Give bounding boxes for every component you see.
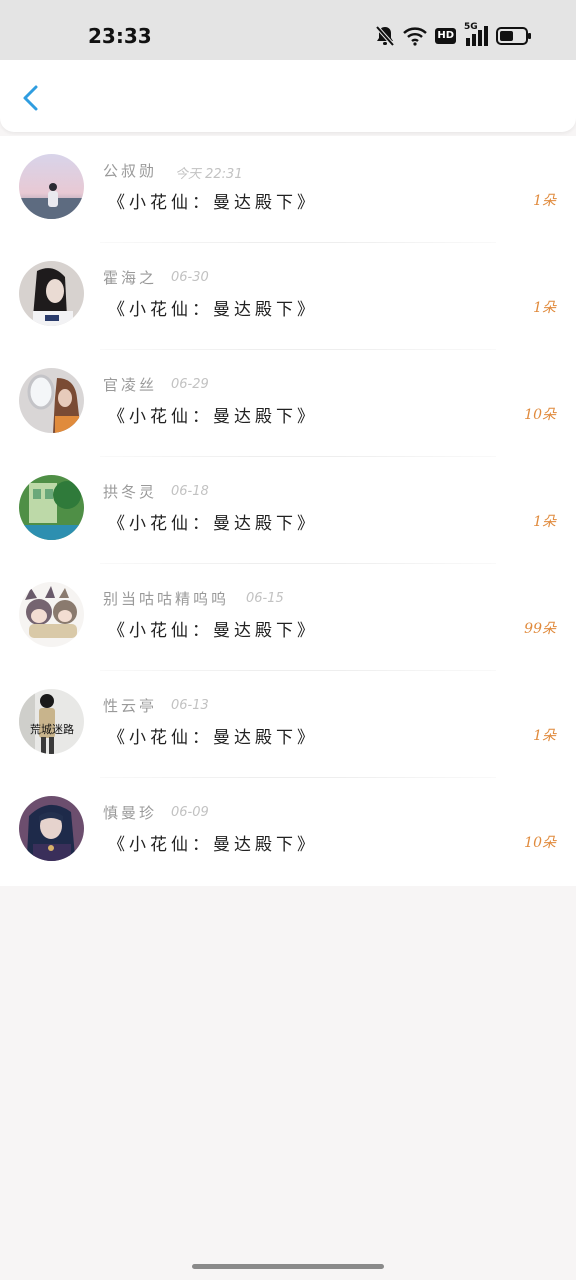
record-time: 06-13 xyxy=(171,698,209,713)
gift-title: 《小花仙：曼达殿下》 xyxy=(108,728,318,748)
list-item[interactable]: 官凌丝 06-29 《小花仙：曼达殿下》 10朵 xyxy=(0,350,576,457)
header-bar xyxy=(0,60,576,132)
list-item[interactable]: 别当咕咕精呜呜 06-15 《小花仙：曼达殿下》 99朵 xyxy=(0,564,576,671)
gift-count: 1朵 xyxy=(533,514,556,530)
record-time: 06-09 xyxy=(171,805,209,820)
gift-count: 10朵 xyxy=(524,407,556,423)
sender-name: 慎曼珍 xyxy=(103,804,158,822)
gift-record-list: 公叔勋 今天 22:31 《小花仙：曼达殿下》 1朵 霍海之 06-30 《小花… xyxy=(0,136,576,886)
sender-name: 公叔勋 xyxy=(103,162,158,180)
avatar[interactable] xyxy=(19,475,84,540)
record-time: 06-18 xyxy=(171,484,209,499)
avatar[interactable] xyxy=(19,796,84,861)
gift-count: 99朵 xyxy=(524,621,556,637)
bell-off-icon xyxy=(375,25,395,47)
sender-name: 性云亭 xyxy=(103,697,158,715)
avatar-text: 荒城迷路 xyxy=(30,723,74,736)
gift-count: 1朵 xyxy=(533,193,556,209)
status-time: 23:33 xyxy=(88,24,152,48)
gift-count: 10朵 xyxy=(524,835,556,851)
wifi-icon xyxy=(403,26,428,46)
gift-title: 《小花仙：曼达殿下》 xyxy=(108,300,318,320)
record-time: 06-30 xyxy=(171,270,209,285)
record-time: 06-15 xyxy=(246,591,284,606)
hd-icon: HD xyxy=(435,28,456,44)
list-item[interactable]: 拱冬灵 06-18 《小花仙：曼达殿下》 1朵 xyxy=(0,457,576,564)
status-bar: 23:33 HD 5G xyxy=(0,0,576,60)
avatar[interactable] xyxy=(19,261,84,326)
avatar[interactable]: 荒城迷路 xyxy=(19,689,84,754)
avatar[interactable] xyxy=(19,154,84,219)
chevron-left-icon[interactable] xyxy=(16,82,48,114)
sender-name: 官凌丝 xyxy=(103,376,158,394)
sender-name: 霍海之 xyxy=(103,269,158,287)
gift-title: 《小花仙：曼达殿下》 xyxy=(108,621,318,641)
avatar[interactable] xyxy=(19,582,84,647)
network-label: 5G xyxy=(464,22,478,32)
list-item[interactable]: 公叔勋 今天 22:31 《小花仙：曼达殿下》 1朵 xyxy=(0,136,576,243)
sender-name: 别当咕咕精呜呜 xyxy=(103,590,230,608)
gift-count: 1朵 xyxy=(533,728,556,744)
battery-icon xyxy=(496,27,532,45)
record-time: 今天 22:31 xyxy=(175,167,243,182)
gift-title: 《小花仙：曼达殿下》 xyxy=(108,193,318,213)
signal-5g-icon: 5G xyxy=(464,22,488,46)
status-icons: HD 5G xyxy=(375,22,532,48)
list-item[interactable]: 荒城迷路 性云亭 06-13 《小花仙：曼达殿下》 1朵 xyxy=(0,671,576,778)
gift-title: 《小花仙：曼达殿下》 xyxy=(108,407,318,427)
gift-title: 《小花仙：曼达殿下》 xyxy=(108,514,318,534)
avatar[interactable] xyxy=(19,368,84,433)
sender-name: 拱冬灵 xyxy=(103,483,158,501)
gift-count: 1朵 xyxy=(533,300,556,316)
gift-title: 《小花仙：曼达殿下》 xyxy=(108,835,318,855)
record-time: 06-29 xyxy=(171,377,209,392)
list-item[interactable]: 慎曼珍 06-09 《小花仙：曼达殿下》 10朵 xyxy=(0,778,576,885)
list-item[interactable]: 霍海之 06-30 《小花仙：曼达殿下》 1朵 xyxy=(0,243,576,350)
hd-label: HD xyxy=(437,30,454,41)
home-indicator[interactable] xyxy=(192,1264,384,1269)
